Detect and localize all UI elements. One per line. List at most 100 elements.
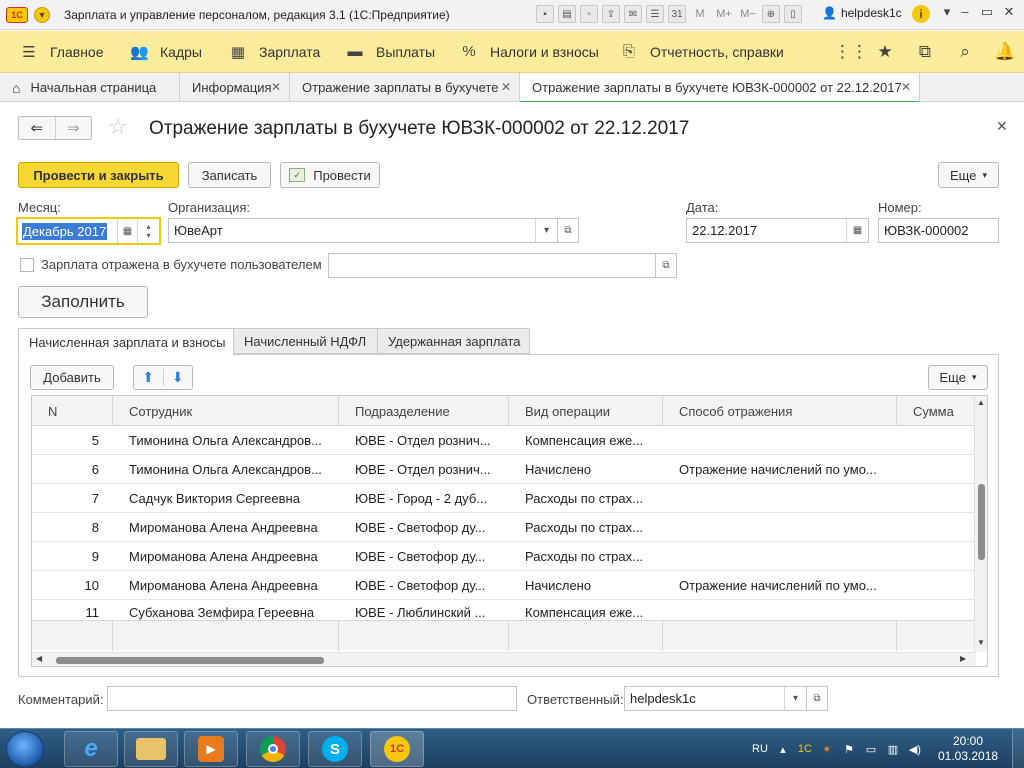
section-reports[interactable]: ⎘ Отчетность, справки <box>620 31 784 73</box>
add-row-button[interactable]: Добавить <box>30 365 114 390</box>
section-main[interactable]: ☰ Главное <box>20 31 103 73</box>
attachment-icon[interactable]: ✉ <box>624 5 642 23</box>
favorite-star-icon[interactable]: ☆ <box>108 114 128 140</box>
taskbar-skype[interactable]: S <box>308 731 362 767</box>
taskbar-1c[interactable]: 1С <box>370 731 424 767</box>
save-icon[interactable]: ▪ <box>536 5 554 23</box>
section-payments[interactable]: ▬ Выплаты <box>346 31 436 73</box>
tray-avast-icon[interactable]: ✶ <box>820 742 834 756</box>
more-actions-button[interactable]: Еще ▾ <box>938 162 999 188</box>
fill-button[interactable]: Заполнить <box>18 286 148 318</box>
start-button[interactable] <box>6 731 44 767</box>
preview-icon[interactable]: ▫ <box>580 5 598 23</box>
horizontal-scrollbar[interactable]: ◀ ▶ <box>32 652 976 666</box>
section-hr[interactable]: 👥 Кадры <box>130 31 202 73</box>
post-button[interactable]: ✓ Провести <box>280 162 380 188</box>
tab-accrued-ndfl[interactable]: Начисленный НДФЛ <box>233 328 378 354</box>
section-salary[interactable]: ▦ Зарплата <box>229 31 320 73</box>
table-row[interactable]: 5 Тимонина Ольга Александров... ЮВЕ - От… <box>32 426 976 455</box>
tray-expand-icon[interactable]: ▴ <box>776 742 790 756</box>
post-and-close-button[interactable]: Провести и закрыть <box>18 162 179 188</box>
column-n[interactable]: N <box>32 396 113 426</box>
tab-salary-reflection-document[interactable]: Отражение зарплаты в бухучете ЮВЗК-00000… <box>520 73 920 103</box>
info-icon[interactable]: i <box>912 5 930 23</box>
column-operation[interactable]: Вид операции <box>509 396 663 426</box>
print-icon[interactable]: ▤ <box>558 5 576 23</box>
zoom-icon[interactable]: ⊕ <box>762 5 780 23</box>
table-more-button[interactable]: Еще ▾ <box>928 365 988 390</box>
calendar-icon[interactable]: ▦ <box>846 219 868 242</box>
save-button[interactable]: Записать <box>188 162 271 188</box>
tray-volume-icon[interactable]: ◀) <box>908 742 922 756</box>
column-amount[interactable]: Сумма <box>897 396 976 426</box>
restore-icon[interactable]: ▭ <box>976 4 998 20</box>
taskbar-chrome[interactable] <box>246 731 300 767</box>
taskbar-explorer[interactable] <box>124 731 178 767</box>
minimize-icon[interactable]: – <box>954 4 976 19</box>
search-icon[interactable]: ⌕ <box>954 42 976 62</box>
close-form-icon[interactable]: ✕ <box>996 118 1008 135</box>
section-taxes[interactable]: % Налоги и взносы <box>460 31 599 73</box>
memory-minus-button[interactable]: M− <box>738 5 758 23</box>
tray-network-icon[interactable]: ▥ <box>886 742 900 756</box>
table-row[interactable]: 7 Садчук Виктория Сергеевна ЮВЕ - Город … <box>32 484 976 513</box>
all-functions-icon[interactable]: ⋮⋮ <box>834 42 868 62</box>
table-row[interactable]: 10 Мироманова Алена Андреевна ЮВЕ - Свет… <box>32 571 976 600</box>
chevron-down-icon[interactable]: ▾ <box>784 687 806 710</box>
comment-input[interactable] <box>107 686 517 711</box>
history-icon[interactable]: ⧉ <box>914 42 936 62</box>
back-arrow-icon[interactable]: ⇐ <box>19 117 55 139</box>
table-row[interactable]: 11 Субханова Земфира Гереевна ЮВЕ - Любл… <box>32 600 976 620</box>
responsible-input[interactable]: helpdesk1c ▾ <box>624 686 807 711</box>
calendar-icon[interactable]: 31 <box>668 5 686 23</box>
chevron-down-icon[interactable]: ▾ <box>535 219 557 242</box>
column-department[interactable]: Подразделение <box>339 396 509 426</box>
tray-1c-icon[interactable]: 1С <box>798 742 812 756</box>
table-row[interactable]: 6 Тимонина Ольга Александров... ЮВЕ - От… <box>32 455 976 484</box>
close-tab-icon[interactable]: ✕ <box>501 80 511 94</box>
vertical-scrollbar[interactable]: ▲ ▼ <box>974 396 987 652</box>
tab-info[interactable]: Информация ✕ <box>180 73 290 102</box>
number-input[interactable]: ЮВЗК-000002 <box>878 218 999 243</box>
month-stepper[interactable]: ▴ ▾ <box>137 219 159 243</box>
horizontal-scroll-thumb[interactable] <box>56 657 324 664</box>
tab-home[interactable]: ⌂ Начальная страница <box>0 73 180 102</box>
table-row[interactable]: 9 Мироманова Алена Андреевна ЮВЕ - Свето… <box>32 542 976 571</box>
tray-flag-icon[interactable]: ⚑ <box>842 742 856 756</box>
clock[interactable]: 20:00 01.03.2018 <box>938 734 998 764</box>
open-user-icon[interactable]: ⧉ <box>655 253 677 278</box>
move-up-icon[interactable]: ⬆ <box>134 369 163 386</box>
favorites-star-icon[interactable]: ★ <box>874 42 896 62</box>
month-input[interactable]: Декабрь 2017 ▦ ▴ ▾ <box>16 217 161 245</box>
notifications-bell-icon[interactable]: 🔔 <box>994 42 1016 62</box>
column-method[interactable]: Способ отражения <box>663 396 897 426</box>
taskbar-media-player[interactable]: ▶ <box>184 731 238 767</box>
vertical-scroll-thumb[interactable] <box>978 484 985 560</box>
current-user[interactable]: 👤 helpdesk1c <box>822 6 902 20</box>
scroll-right-icon[interactable]: ▶ <box>960 654 966 663</box>
calendar-icon[interactable]: ▦ <box>117 219 137 243</box>
memory-m-button[interactable]: M <box>690 5 710 23</box>
move-down-icon[interactable]: ⬇ <box>162 369 193 386</box>
organization-input[interactable]: ЮвеАрт ▾ <box>168 218 558 243</box>
open-responsible-icon[interactable]: ⧉ <box>806 686 828 711</box>
main-menu-icon[interactable]: ▼ <box>34 6 50 23</box>
app-logo-icon[interactable]: 1С <box>6 6 28 23</box>
panel-icon[interactable]: ▯ <box>784 5 802 23</box>
close-tab-icon[interactable]: ✕ <box>271 80 281 94</box>
reflected-user-input[interactable] <box>328 253 656 278</box>
scroll-left-icon[interactable]: ◀ <box>36 654 42 663</box>
column-employee[interactable]: Сотрудник <box>113 396 339 426</box>
link-icon[interactable]: ⇪ <box>602 5 620 23</box>
date-input[interactable]: 22.12.2017 ▦ <box>686 218 869 243</box>
memory-plus-button[interactable]: M+ <box>714 5 734 23</box>
close-window-icon[interactable]: ✕ <box>998 4 1020 20</box>
tray-display-icon[interactable]: ▭ <box>864 742 878 756</box>
taskbar-ie[interactable]: e <box>64 731 118 767</box>
scroll-up-icon[interactable]: ▲ <box>977 398 985 407</box>
forward-arrow-icon[interactable]: ⇒ <box>54 117 92 139</box>
history-icon[interactable]: ☰ <box>646 5 664 23</box>
close-tab-icon[interactable]: ✕ <box>901 80 911 94</box>
tab-accrued-salary[interactable]: Начисленная зарплата и взносы <box>18 328 234 356</box>
table-row[interactable]: 8 Мироманова Алена Андреевна ЮВЕ - Свето… <box>32 513 976 542</box>
